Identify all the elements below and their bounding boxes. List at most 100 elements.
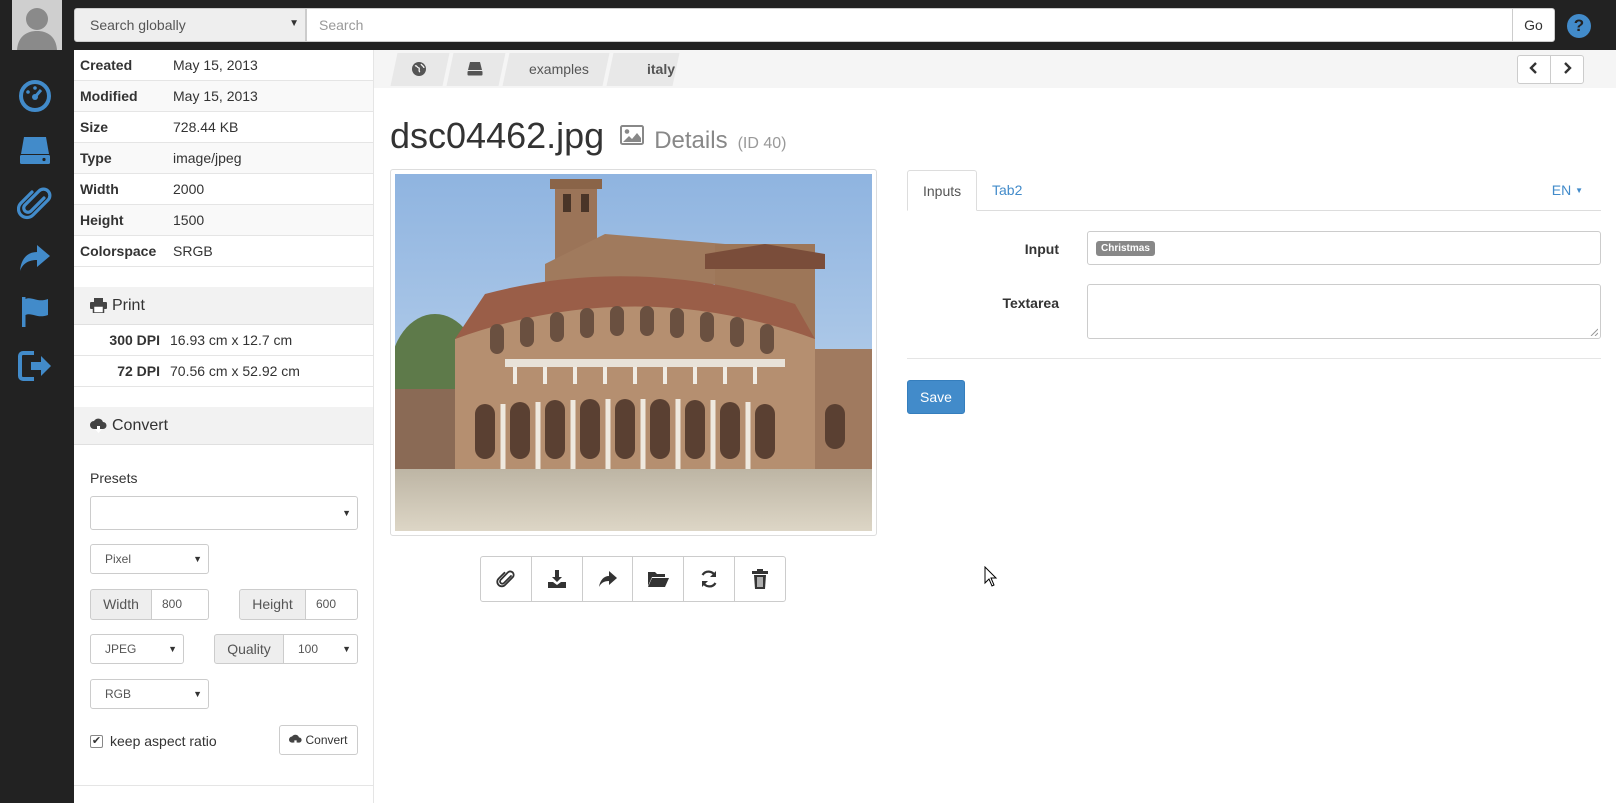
metadata-key: Created	[80, 57, 133, 73]
cloud-download-icon	[90, 418, 107, 433]
metadata-row: Height 1500	[74, 205, 373, 236]
input-label: Input	[1024, 241, 1059, 257]
metadata-value: May 15, 2013	[173, 57, 258, 73]
download-button[interactable]	[532, 557, 583, 601]
breadcrumb-item-italy[interactable]: italy	[647, 53, 675, 86]
search-scope-select[interactable]: Search globally ▼	[74, 8, 306, 42]
language-dropdown[interactable]: EN ▼	[1537, 170, 1601, 211]
print-size: 16.93 cm x 12.7 cm	[170, 332, 293, 348]
breadcrumb: examples italy	[374, 50, 1616, 88]
quality-label: Quality	[214, 634, 284, 664]
open-folder-button[interactable]	[633, 557, 685, 601]
detail-tabs: Inputs Tab2 EN ▼	[907, 170, 1601, 211]
cloud-download-icon	[289, 734, 303, 746]
image-toolbar	[480, 556, 786, 602]
metadata-value: May 15, 2013	[173, 88, 258, 104]
format-value: JPEG	[105, 642, 137, 656]
metadata-row: Width 2000	[74, 174, 373, 205]
save-button[interactable]: Save	[907, 380, 965, 414]
metadata-key: Modified	[80, 88, 138, 104]
left-nav	[0, 50, 74, 803]
colorspace-value: RGB	[105, 687, 132, 701]
metadata-value: SRGB	[173, 243, 213, 259]
textarea-field[interactable]	[1087, 284, 1601, 339]
mouse-cursor-icon	[984, 566, 998, 587]
search-input[interactable]: Search	[306, 8, 1513, 42]
metadata-key: Size	[80, 119, 109, 135]
print-size: 70.56 cm x 52.92 cm	[170, 363, 300, 379]
language-label: EN	[1551, 182, 1572, 198]
logout-icon[interactable]	[17, 348, 53, 384]
width-label: Width	[90, 589, 152, 620]
keep-aspect-checkbox[interactable]: ✔	[90, 735, 103, 748]
caret-down-icon: ▼	[342, 508, 351, 518]
dashboard-icon[interactable]	[17, 78, 53, 114]
caret-down-icon: ▼	[193, 554, 202, 564]
tab-tab2[interactable]: Tab2	[977, 170, 1037, 211]
attach-button[interactable]	[481, 557, 532, 601]
dpi-label: 300 DPI	[109, 332, 160, 348]
print-section-title: Print	[112, 296, 145, 314]
metadata-value: 728.44 KB	[173, 119, 239, 135]
quality-select[interactable]: 100 ▼	[283, 634, 358, 664]
quality-value: 100	[298, 642, 319, 656]
tab-inputs[interactable]: Inputs	[907, 170, 978, 211]
metadata-row: Created May 15, 2013	[74, 50, 373, 81]
metadata-row: Type image/jpeg	[74, 143, 373, 174]
format-select[interactable]: JPEG ▼	[90, 634, 184, 664]
file-name: dsc04462.jpg	[390, 115, 605, 156]
globe-icon[interactable]	[411, 61, 427, 77]
tag-badge[interactable]: Christmas	[1096, 241, 1155, 256]
divider	[74, 785, 374, 786]
download-icon	[547, 570, 566, 588]
page-title: dsc04462.jpg Details (ID 40)	[390, 115, 786, 157]
metadata-value: image/jpeg	[173, 150, 242, 166]
caret-down-icon: ▼	[193, 689, 202, 699]
tag-input[interactable]: Christmas	[1087, 231, 1601, 265]
metadata-key: Colorspace	[80, 243, 157, 259]
width-input[interactable]: 800	[151, 589, 209, 620]
resize-handle-icon[interactable]	[1590, 328, 1598, 336]
attachment-icon[interactable]	[17, 186, 53, 222]
next-button[interactable]	[1550, 55, 1584, 84]
chevron-right-icon	[1564, 62, 1572, 74]
colorspace-select[interactable]: RGB ▼	[90, 679, 209, 709]
user-avatar[interactable]	[12, 0, 62, 50]
convert-button-label: Convert	[305, 733, 348, 747]
metadata-row: Size 728.44 KB	[74, 112, 373, 143]
print-row: 300 DPI 16.93 cm x 12.7 cm	[74, 325, 373, 356]
top-bar: Search globally ▼ Search Go ?	[0, 0, 1616, 50]
share-icon[interactable]	[17, 240, 53, 276]
storage-icon[interactable]	[467, 61, 483, 76]
convert-button[interactable]: Convert	[279, 725, 358, 755]
image-preview[interactable]	[390, 169, 877, 536]
user-silhouette-icon	[12, 0, 62, 50]
file-id: (ID 40)	[737, 135, 787, 152]
caret-down-icon: ▼	[168, 644, 177, 654]
go-button[interactable]: Go	[1512, 8, 1555, 42]
image-icon	[620, 125, 645, 145]
share-button[interactable]	[583, 557, 634, 601]
breadcrumb-item-examples[interactable]: examples	[529, 53, 589, 86]
refresh-button[interactable]	[684, 557, 736, 601]
help-icon[interactable]: ?	[1567, 14, 1591, 38]
storage-icon[interactable]	[17, 132, 53, 168]
print-row: 72 DPI 70.56 cm x 52.92 cm	[74, 356, 373, 387]
details-label: Details	[654, 127, 728, 154]
unit-select[interactable]: Pixel ▼	[90, 544, 209, 574]
presets-select[interactable]: ▼	[90, 496, 358, 530]
convert-section-title: Convert	[112, 416, 169, 434]
form-divider	[907, 358, 1601, 359]
refresh-icon	[701, 570, 717, 588]
height-input[interactable]: 600	[305, 589, 358, 620]
metadata-row: Modified May 15, 2013	[74, 81, 373, 112]
previous-button[interactable]	[1517, 55, 1551, 84]
flag-icon[interactable]	[17, 294, 53, 330]
delete-button[interactable]	[735, 557, 785, 601]
search-placeholder: Search	[319, 17, 364, 33]
caret-down-icon: ▼	[1575, 186, 1583, 195]
metadata-table: Created May 15, 2013 Modified May 15, 2013…	[74, 50, 373, 267]
share-icon	[598, 571, 617, 587]
metadata-key: Height	[80, 212, 124, 228]
